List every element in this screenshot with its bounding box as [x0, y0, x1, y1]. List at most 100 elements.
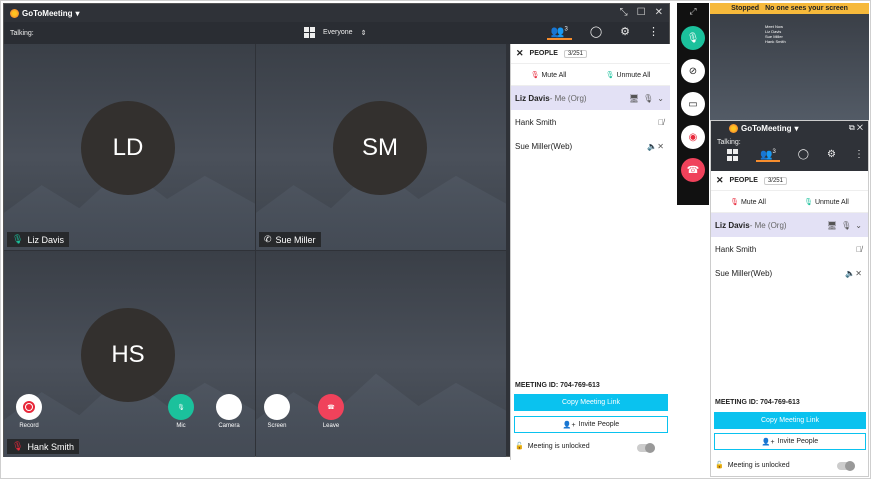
- participant-row[interactable]: Sue Miller (Web) 🔈✕: [711, 261, 868, 285]
- camera-off-icon: ⊘: [216, 394, 242, 420]
- view-selector[interactable]: Everyone ⇕: [304, 27, 366, 38]
- panel-title: PEOPLE: [529, 50, 558, 57]
- chevron-down-icon[interactable]: ⌄: [855, 221, 862, 230]
- chat-icon[interactable]: ◯: [798, 149, 809, 162]
- grid-view-icon[interactable]: [727, 149, 738, 162]
- add-person-icon: 👤+: [761, 438, 775, 446]
- maximize-icon[interactable]: ☐: [637, 7, 646, 18]
- leave-label: Leave: [322, 423, 340, 429]
- people-panel: ✕ PEOPLE 3/251 🎙 Mute All 🎙 Unmute All L…: [510, 44, 670, 460]
- mic-label: Mic: [176, 423, 186, 429]
- mic-muted-icon: 🎙: [12, 441, 24, 451]
- people-count: 3/251: [563, 49, 587, 58]
- leave-button[interactable]: ☎: [681, 158, 705, 182]
- camera-off-button[interactable]: ⊘: [681, 59, 705, 83]
- meeting-id: MEETING ID: 704-769-613: [515, 382, 600, 389]
- screen-button[interactable]: ▭ Screen: [264, 394, 290, 429]
- chevron-down-icon[interactable]: ⌄: [657, 94, 664, 103]
- mute-all-button[interactable]: 🎙 Mute All: [730, 198, 766, 206]
- expand-icon[interactable]: ⤢: [689, 6, 696, 17]
- participant-name: Liz Davis: [27, 234, 64, 245]
- grid-view-icon: [304, 27, 315, 38]
- talking-label: Talking:: [717, 139, 741, 146]
- participant-row[interactable]: Hank Smith 🎙̸: [711, 237, 868, 261]
- close-icon[interactable]: ✕: [655, 7, 663, 18]
- mute-all-button[interactable]: 🎙 Mute All: [531, 71, 567, 79]
- up-down-icon: ⇕: [360, 29, 367, 37]
- screen-share-button[interactable]: ▭: [681, 92, 705, 116]
- lock-toggle[interactable]: [837, 461, 855, 471]
- compact-title-bar: GoToMeeting ▾ ⧉ ✕: [711, 121, 868, 135]
- close-panel-icon[interactable]: ✕: [716, 175, 724, 186]
- share-message: No one sees your screen: [765, 5, 848, 12]
- monitor-icon: 🖥: [826, 220, 838, 230]
- name-tag: 🎙 Hank Smith: [7, 439, 79, 454]
- mic-muted-icon[interactable]: 🎙̸: [658, 118, 664, 127]
- speaker-muted-icon[interactable]: 🔈✕: [647, 142, 664, 151]
- screen-label: Screen: [267, 423, 287, 429]
- invite-people-button[interactable]: 👤+ Invite People: [514, 416, 668, 433]
- copy-meeting-link-button[interactable]: Copy Meeting Link: [514, 394, 668, 411]
- compact-toolbar: Talking: 👥3 ◯ ⚙ ⋮: [711, 135, 868, 171]
- camera-button[interactable]: ⊘ Camera: [216, 394, 242, 429]
- record-button[interactable]: ◉: [681, 125, 705, 149]
- close-panel-icon[interactable]: ✕: [516, 48, 524, 59]
- avatar: LD: [81, 101, 175, 195]
- compact-meeting-window: GoToMeeting ▾ ⧉ ✕ Talking: 👥3 ◯ ⚙ ⋮ ✕ PEO…: [710, 120, 869, 477]
- leave-button[interactable]: ☎ Leave: [318, 394, 344, 429]
- participant-row[interactable]: Liz Davis - Me (Org) 🖥 🎙 ⌄: [711, 213, 868, 237]
- participant-name: Sue Miller: [515, 141, 551, 151]
- mic-icon[interactable]: 🎙: [643, 94, 653, 103]
- mic-icon[interactable]: 🎙: [841, 221, 851, 230]
- add-person-icon: 👤+: [562, 421, 576, 429]
- title-bar: GoToMeeting ▾ ⤡ ☐ ✕: [4, 4, 669, 22]
- app-name: GoToMeeting: [741, 123, 792, 133]
- participant-row[interactable]: Sue Miller (Web) 🔈✕: [511, 134, 670, 158]
- record-label: Record: [19, 423, 39, 429]
- more-options-icon[interactable]: ⋮: [854, 149, 864, 162]
- settings-gear-icon[interactable]: ⚙: [827, 149, 836, 162]
- app-name: GoToMeeting: [22, 8, 73, 18]
- mic-button[interactable]: 🎙: [681, 26, 705, 50]
- participant-row[interactable]: Liz Davis - Me (Org) 🖥 🎙 ⌄: [511, 86, 670, 110]
- chat-icon[interactable]: ◯: [590, 25, 602, 40]
- panel-title: PEOPLE: [729, 177, 758, 184]
- mic-on-icon: 🎙: [12, 234, 24, 244]
- participant-note: - Me (Org): [549, 93, 587, 103]
- unmute-all-button[interactable]: 🎙 Unmute All: [804, 198, 849, 206]
- shrink-icon[interactable]: ⤡: [620, 7, 628, 18]
- mic-muted-icon[interactable]: 🎙̸: [856, 245, 862, 254]
- goto-flower-icon: [729, 123, 738, 133]
- participant-name: Liz Davis: [515, 93, 550, 103]
- window-controls[interactable]: ⧉ ✕: [849, 123, 863, 133]
- participant-row[interactable]: Hank Smith 🎙̸: [511, 110, 670, 134]
- more-options-icon[interactable]: ⋮: [648, 25, 659, 40]
- copy-meeting-link-button[interactable]: Copy Meeting Link: [714, 412, 866, 429]
- people-tab[interactable]: 👥3: [756, 149, 780, 163]
- name-tag: 🎙 Liz Davis: [7, 232, 69, 247]
- video-tile-liz: LD 🎙 Liz Davis: [4, 44, 255, 250]
- invite-people-button[interactable]: 👤+ Invite People: [714, 433, 866, 450]
- phone-icon: ✆: [264, 234, 272, 244]
- unlock-icon: 🔓: [515, 443, 524, 450]
- speaker-muted-icon[interactable]: 🔈✕: [845, 269, 862, 278]
- unmute-all-button[interactable]: 🎙 Unmute All: [606, 71, 651, 79]
- talking-bar: Talking: Everyone ⇕ 👥3 ◯ ⚙ ⋮: [4, 22, 669, 44]
- app-logo[interactable]: GoToMeeting ▾: [10, 8, 80, 18]
- lock-status: 🔓 Meeting is unlocked: [715, 461, 790, 470]
- mic-icon: 🎙: [168, 394, 194, 420]
- people-tab[interactable]: 👥3: [546, 25, 572, 40]
- settings-gear-icon[interactable]: ⚙: [620, 25, 630, 40]
- lock-status: 🔓 Meeting is unlocked: [515, 442, 590, 451]
- camera-label: Camera: [218, 423, 240, 429]
- participant-name: Sue Miller: [275, 234, 316, 245]
- name-tag: ✆ Sue Miller: [259, 232, 321, 247]
- talking-label: Talking:: [10, 29, 34, 37]
- avatar: HS: [81, 308, 175, 402]
- hang-up-icon: ☎: [318, 394, 344, 420]
- mic-muted-icon: 🎙: [530, 71, 540, 79]
- participant-name: Hank Smith: [27, 441, 74, 452]
- lock-toggle[interactable]: [637, 443, 655, 453]
- mic-button[interactable]: 🎙 Mic: [168, 394, 194, 429]
- record-button[interactable]: Record: [16, 394, 42, 429]
